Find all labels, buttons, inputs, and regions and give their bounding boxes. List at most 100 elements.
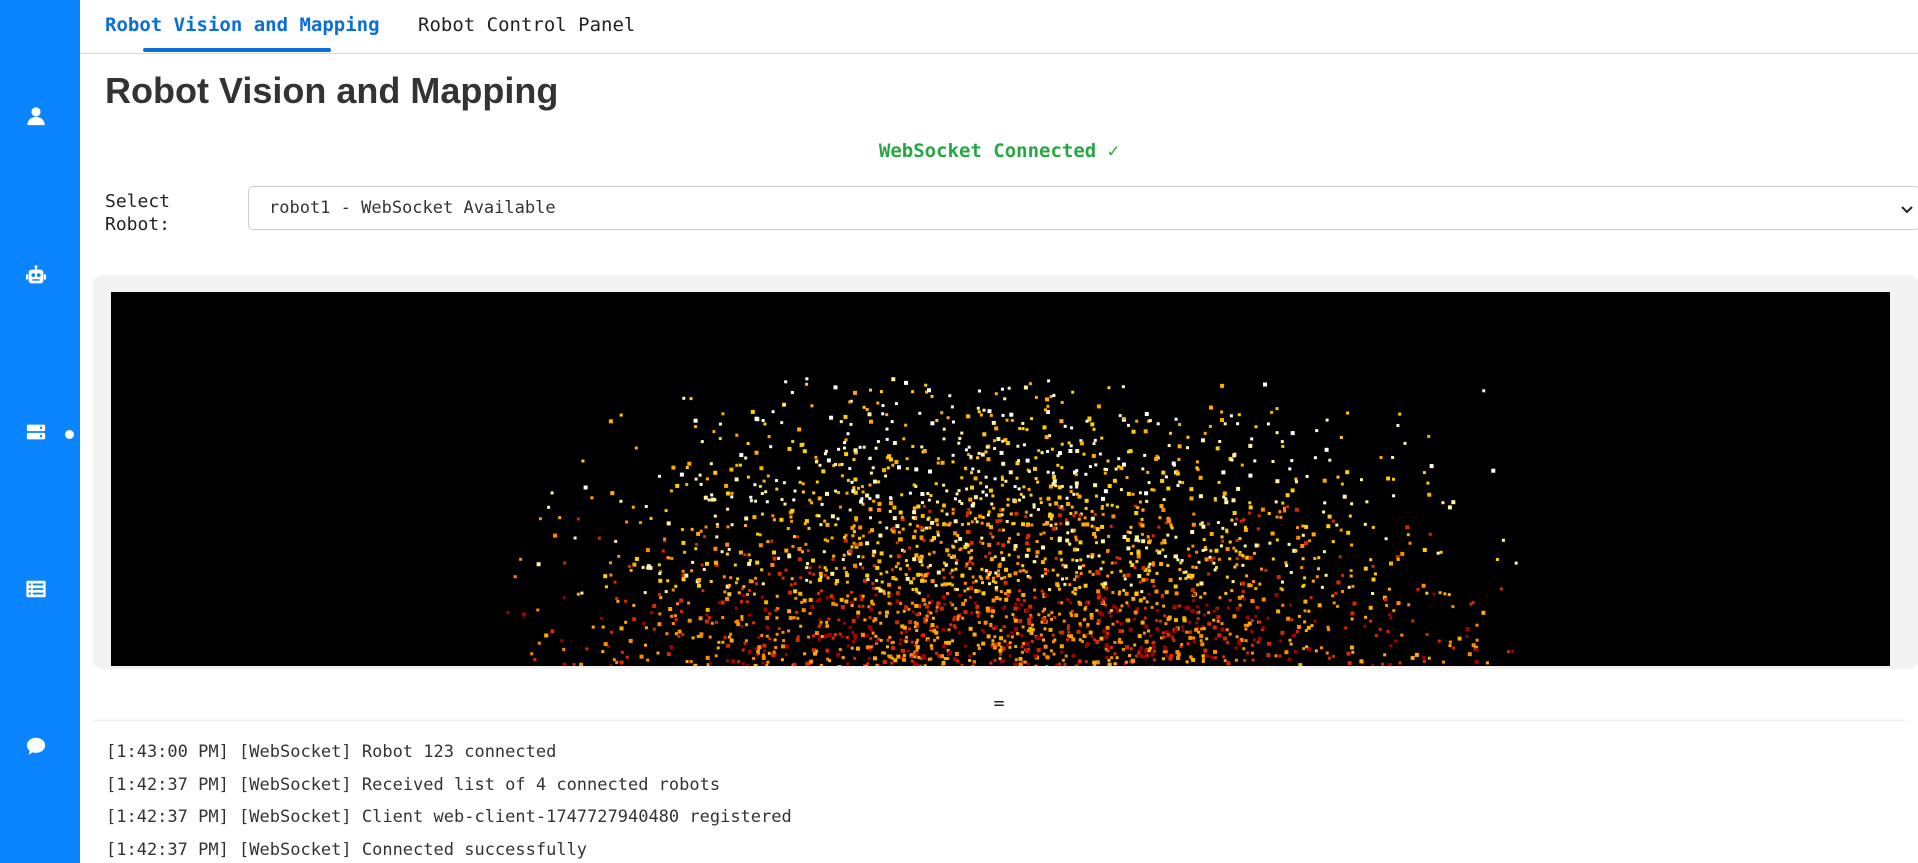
point-cloud-point [1063, 582, 1067, 586]
point-cloud-point [891, 529, 896, 534]
point-cloud-point [891, 377, 896, 382]
point-cloud-point [1155, 619, 1159, 623]
point-cloud-point [1206, 654, 1210, 658]
point-cloud-point [801, 442, 805, 446]
point-cloud-point [848, 400, 852, 404]
point-cloud-point [745, 600, 749, 604]
point-cloud-point [767, 435, 771, 439]
point-cloud-point [1054, 522, 1058, 526]
point-cloud-point [1126, 573, 1131, 578]
point-cloud-point [790, 508, 795, 513]
point-cloud-point [925, 604, 930, 609]
point-cloud-point [1135, 654, 1138, 658]
robot-select[interactable]: robot1 - WebSocket Available [248, 186, 1918, 230]
chat-icon[interactable] [24, 734, 48, 758]
point-cloud-point [904, 630, 908, 634]
point-cloud-point [1190, 588, 1195, 593]
point-cloud-point [1386, 476, 1391, 481]
point-cloud-point [744, 456, 748, 460]
point-cloud-point [1213, 498, 1217, 502]
point-cloud-canvas[interactable] [111, 292, 1890, 666]
point-cloud-point [691, 636, 695, 640]
point-cloud-point [878, 588, 883, 593]
point-cloud-point [954, 567, 958, 571]
point-cloud-point [1110, 570, 1114, 574]
point-cloud-point [912, 557, 917, 562]
point-cloud-point [1192, 593, 1196, 597]
point-cloud-point [761, 655, 766, 660]
point-cloud-point [945, 548, 950, 553]
point-cloud-point [1364, 615, 1368, 619]
point-cloud-point [717, 640, 721, 644]
server-icon[interactable] [24, 420, 48, 444]
point-cloud-point [908, 620, 913, 625]
point-cloud-point [829, 594, 834, 599]
point-cloud-point [597, 536, 601, 540]
point-cloud-point [977, 647, 981, 650]
point-cloud-point [793, 535, 796, 539]
point-cloud-point [1387, 587, 1391, 591]
point-cloud-point [603, 642, 608, 647]
point-cloud-point [1159, 619, 1162, 623]
point-cloud-point [1198, 494, 1203, 499]
resize-handle[interactable]: = [80, 693, 1918, 714]
point-cloud-point [550, 491, 554, 495]
point-cloud-point [798, 591, 803, 596]
point-cloud-point [1159, 636, 1163, 640]
point-cloud-point [1209, 558, 1213, 562]
list-icon[interactable] [24, 577, 48, 601]
chevron-down-icon [1899, 201, 1915, 217]
point-cloud-point [894, 565, 898, 569]
point-cloud-point [876, 440, 880, 444]
point-cloud-point [1053, 615, 1057, 619]
point-cloud-point [1280, 630, 1285, 635]
point-cloud-point [1199, 595, 1203, 599]
point-cloud-point [1006, 589, 1010, 593]
point-cloud-point [860, 485, 864, 489]
point-cloud-point [1336, 475, 1340, 479]
point-cloud-point [896, 654, 901, 659]
point-cloud-point [553, 533, 557, 538]
point-cloud-point [1226, 641, 1229, 645]
point-cloud-point [1185, 660, 1189, 664]
point-cloud-point [1210, 655, 1214, 659]
point-cloud-point [948, 521, 952, 525]
point-cloud-point [793, 489, 797, 493]
point-cloud-point [1447, 593, 1451, 597]
point-cloud-point [978, 540, 982, 544]
point-cloud-point [898, 665, 902, 666]
tab-robot-control-panel[interactable]: Robot Control Panel [418, 14, 635, 36]
point-cloud-point [619, 413, 623, 417]
point-cloud-point [984, 569, 988, 573]
point-cloud-point [658, 474, 661, 478]
point-cloud-point [866, 662, 870, 666]
tab-robot-vision-mapping[interactable]: Robot Vision and Mapping [105, 14, 380, 36]
point-cloud-point [874, 446, 878, 450]
point-cloud-point [1140, 620, 1145, 625]
point-cloud-point [874, 593, 878, 597]
point-cloud-point [1136, 554, 1141, 559]
point-cloud-point [670, 556, 674, 560]
point-cloud-point [895, 620, 900, 625]
point-cloud-point [1331, 540, 1335, 544]
point-cloud-point [1090, 616, 1093, 619]
point-cloud-point [674, 618, 678, 622]
point-cloud-point [1427, 492, 1432, 497]
point-cloud-point [716, 525, 720, 528]
robot-icon[interactable] [24, 264, 48, 288]
point-cloud-point [1044, 435, 1049, 440]
point-cloud-point [1190, 530, 1195, 534]
point-cloud-point [1167, 444, 1171, 447]
point-cloud-point [768, 612, 772, 616]
point-cloud-point [1023, 648, 1027, 652]
point-cloud-point [754, 647, 758, 651]
user-icon[interactable] [24, 104, 48, 128]
point-cloud-point [1152, 644, 1156, 649]
point-cloud-point [788, 590, 792, 595]
point-cloud-point [1021, 522, 1025, 527]
point-cloud-point [1310, 624, 1314, 628]
point-cloud-point [609, 573, 613, 577]
point-cloud-point [760, 492, 764, 495]
point-cloud-point [1072, 528, 1076, 532]
point-cloud-point [1258, 620, 1261, 624]
